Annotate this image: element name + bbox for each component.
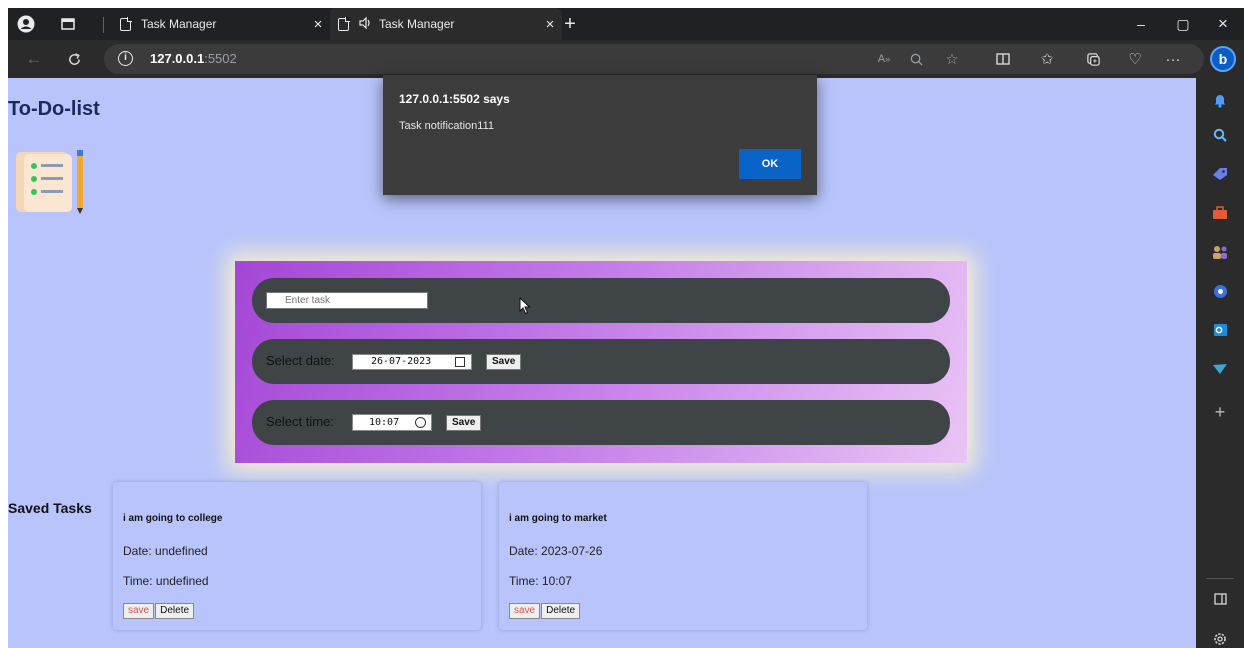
alert-message: Task notification111 [399, 120, 494, 132]
alert-title: 127.0.0.1:5502 says [399, 92, 510, 106]
date-label: Select date: [266, 353, 335, 368]
save-date-button[interactable]: Save [486, 354, 522, 370]
mouse-cursor-icon [519, 296, 531, 320]
tab-bar: Task Manager × Task Manager × + – ▢ × [8, 8, 1244, 40]
send-icon[interactable] [1196, 353, 1244, 385]
copilot-icon[interactable] [1196, 275, 1244, 307]
people-icon[interactable] [1196, 236, 1244, 268]
sidebar-divider [1206, 578, 1234, 579]
tab-title: Task Manager [141, 17, 217, 31]
settings-icon[interactable] [1196, 623, 1244, 648]
clock-icon[interactable] [415, 417, 426, 428]
task-date: Date: undefined [123, 544, 208, 558]
task-delete-button[interactable]: Delete [155, 603, 195, 619]
time-row: Select time: 10:07 Save [252, 400, 950, 445]
briefcase-icon[interactable] [1196, 197, 1244, 229]
time-input[interactable]: 10:07 [352, 414, 432, 431]
bell-icon[interactable] [1196, 84, 1244, 116]
add-icon[interactable]: + [1196, 396, 1244, 428]
tag-icon[interactable] [1196, 158, 1244, 190]
date-row: Select date: 26-07-2023 Save [252, 339, 950, 384]
calendar-icon[interactable] [455, 357, 465, 367]
refresh-icon[interactable] [60, 40, 88, 78]
close-window-button[interactable]: × [1208, 8, 1238, 40]
task-card: i am going to college Date: undefined Ti… [113, 482, 481, 630]
bing-copilot-icon[interactable]: b [1210, 46, 1236, 72]
new-tab-button[interactable]: + [558, 8, 582, 40]
task-delete-button[interactable]: Delete [541, 603, 581, 619]
task-actions: save Delete [123, 603, 195, 619]
task-time: Time: undefined [123, 574, 209, 588]
minimize-button[interactable]: – [1126, 8, 1156, 40]
address-toolbar: ← i 127.0.0.1:5502 A» ☆ ✩ ♡ ··· b [8, 40, 1244, 78]
tab-separator [103, 17, 104, 33]
zoom-icon[interactable] [904, 44, 928, 74]
checklist-logo-icon [14, 148, 86, 218]
collections-icon[interactable] [1078, 40, 1108, 78]
task-input-row [252, 278, 950, 323]
page-icon [338, 16, 350, 31]
task-actions: save Delete [509, 603, 581, 619]
favorites-icon[interactable]: ✩ [1032, 40, 1062, 78]
back-arrow-icon[interactable]: ← [20, 40, 48, 78]
more-options-icon[interactable]: ··· [1158, 40, 1188, 78]
task-save-button[interactable]: save [509, 603, 541, 619]
date-input[interactable]: 26-07-2023 [352, 354, 472, 370]
close-tab-icon[interactable]: × [306, 16, 330, 33]
tab-title: Task Manager [379, 17, 455, 31]
task-input[interactable] [266, 292, 428, 309]
task-save-button[interactable]: save [123, 603, 155, 619]
split-screen-icon[interactable] [988, 40, 1018, 78]
page-title: To-Do-list [8, 98, 100, 120]
maximize-button[interactable]: ▢ [1168, 8, 1198, 40]
browser-essentials-icon[interactable]: ♡ [1120, 40, 1150, 78]
task-time: Time: 10:07 [509, 574, 572, 588]
task-card: i am going to market Date: 2023-07-26 Ti… [499, 482, 867, 630]
edge-sidebar: + [1196, 78, 1244, 648]
task-form-card: Select date: 26-07-2023 Save Select time… [235, 261, 967, 463]
url-text: 127.0.0.1:5502 [150, 51, 237, 66]
info-icon[interactable]: i [118, 51, 133, 66]
task-date: Date: 2023-07-26 [509, 544, 603, 558]
page-icon [120, 16, 132, 31]
tab-task-manager-2[interactable]: Task Manager × [330, 8, 562, 40]
alert-dialog: 127.0.0.1:5502 says Task notification111… [383, 75, 817, 195]
saved-tasks-heading: Saved Tasks [8, 500, 92, 516]
favorite-star-icon[interactable]: ☆ [940, 44, 964, 74]
read-aloud-icon[interactable]: A» [872, 44, 896, 74]
outlook-icon[interactable] [1196, 314, 1244, 346]
profile-icon[interactable] [14, 8, 38, 40]
search-icon[interactable] [1196, 119, 1244, 151]
task-name: i am going to college [123, 513, 223, 524]
workspaces-icon[interactable] [56, 8, 80, 40]
save-time-button[interactable]: Save [446, 415, 482, 431]
ok-button[interactable]: OK [739, 149, 801, 179]
split-screen-icon[interactable] [1196, 583, 1244, 615]
time-label: Select time: [266, 414, 334, 429]
tab-task-manager-1[interactable]: Task Manager × [120, 8, 330, 40]
task-name: i am going to market [509, 513, 607, 524]
speaker-icon[interactable] [359, 16, 373, 32]
